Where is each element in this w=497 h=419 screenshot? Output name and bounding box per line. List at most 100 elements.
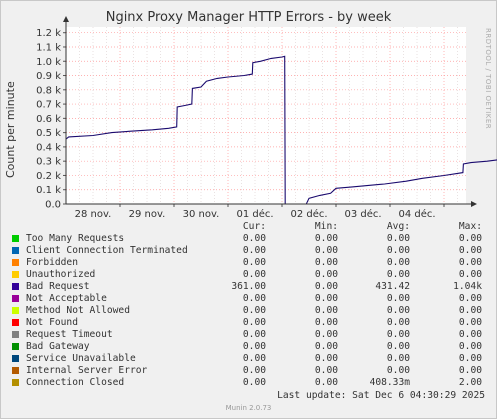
legend-row: Method Not Allowed 0.00 0.00 0.00 0.00 <box>12 305 482 317</box>
legend-value-avg: 0.00 <box>386 317 410 328</box>
legend-swatch <box>12 343 19 350</box>
legend-header-max: Max: <box>458 221 482 232</box>
y-tick-label: 0.7 k <box>36 100 61 111</box>
legend-row: Request Timeout 0.00 0.00 0.00 0.00 <box>12 329 482 341</box>
legend-value-max: 0.00 <box>458 293 482 304</box>
y-axis-arrow <box>63 16 69 22</box>
legend-series-name: Bad Gateway <box>26 341 90 352</box>
legend-swatch <box>12 295 19 302</box>
y-tick-label: 0.0 <box>45 200 61 211</box>
legend-value-cur: 0.00 <box>242 365 266 376</box>
legend-value-cur: 0.00 <box>242 257 266 268</box>
legend-value-cur: 0.00 <box>242 269 266 280</box>
legend-row: Service Unavailable 0.00 0.00 0.00 0.00 <box>12 353 482 365</box>
legend-header-cur: Cur: <box>242 221 266 232</box>
legend-value-avg: 0.00 <box>386 233 410 244</box>
y-tick-label: 0.8 k <box>36 85 61 96</box>
legend-value-min: 0.00 <box>314 233 338 244</box>
x-axis-arrow <box>471 201 477 207</box>
legend-row: Not Found 0.00 0.00 0.00 0.00 <box>12 317 482 329</box>
legend-value-min: 0.00 <box>314 329 338 340</box>
legend-value-max: 0.00 <box>458 233 482 244</box>
legend-swatch <box>12 319 19 326</box>
legend-row: Internal Server Error 0.00 0.00 0.00 0.00 <box>12 365 482 377</box>
legend-value-cur: 0.00 <box>242 317 266 328</box>
legend-series-name: Too Many Requests <box>26 233 125 244</box>
legend-value-cur: 0.00 <box>242 377 266 388</box>
y-tick-label: 0.9 k <box>36 71 61 82</box>
legend-value-avg: 0.00 <box>386 257 410 268</box>
legend-series-name: Client Connection Terminated <box>26 245 188 256</box>
legend-header-avg: Avg: <box>386 221 410 232</box>
legend-value-avg: 0.00 <box>386 293 410 304</box>
legend-series-name: Request Timeout <box>26 329 113 340</box>
legend-value-max: 0.00 <box>458 353 482 364</box>
last-update: Last update: Sat Dec 6 04:30:29 2025 <box>277 390 485 401</box>
legend-value-min: 0.00 <box>314 317 338 328</box>
y-tick-label: 0.5 k <box>36 128 61 139</box>
legend-value-min: 0.00 <box>314 245 338 256</box>
x-tick-label: 28 nov. <box>75 209 112 220</box>
legend-rows: Too Many Requests 0.00 0.00 0.00 0.00 Client … <box>12 233 482 389</box>
legend-row: Connection Closed 0.00 0.00 408.33m 2.00 <box>12 377 482 389</box>
legend-row: Too Many Requests 0.00 0.00 0.00 0.00 <box>12 233 482 245</box>
legend-value-min: 0.00 <box>314 341 338 352</box>
legend-value-max: 0.00 <box>458 257 482 268</box>
legend-value-max: 0.00 <box>458 305 482 316</box>
legend-row: Bad Gateway 0.00 0.00 0.00 0.00 <box>12 341 482 353</box>
y-tick-label: 0.6 k <box>36 114 61 125</box>
legend-value-min: 0.00 <box>314 293 338 304</box>
legend-value-avg: 0.00 <box>386 353 410 364</box>
legend-value-cur: 361.00 <box>231 281 266 292</box>
legend-row: Forbidden 0.00 0.00 0.00 0.00 <box>12 257 482 269</box>
legend-swatch <box>12 271 19 278</box>
legend-row: Bad Request 361.00 0.00 431.42 1.04k <box>12 281 482 293</box>
legend-value-avg: 0.00 <box>386 341 410 352</box>
legend-value-min: 0.00 <box>314 353 338 364</box>
legend-value-avg: 0.00 <box>386 329 410 340</box>
legend-value-min: 0.00 <box>314 377 338 388</box>
legend-value-max: 0.00 <box>458 245 482 256</box>
legend-value-max: 0.00 <box>458 329 482 340</box>
legend-series-name: Service Unavailable <box>26 353 136 364</box>
x-tick-label: 30 nov. <box>183 209 220 220</box>
legend-value-min: 0.00 <box>314 257 338 268</box>
legend-series-name: Internal Server Error <box>26 365 148 376</box>
legend-value-avg: 0.00 <box>386 269 410 280</box>
legend-swatch <box>12 283 19 290</box>
legend-value-cur: 0.00 <box>242 245 266 256</box>
legend-value-max: 1.04k <box>453 281 482 292</box>
legend-value-min: 0.00 <box>314 305 338 316</box>
x-tick-label: 02 déc. <box>290 208 327 220</box>
legend-value-cur: 0.00 <box>242 293 266 304</box>
legend-row: Unauthorized 0.00 0.00 0.00 0.00 <box>12 269 482 281</box>
legend-value-min: 0.00 <box>314 281 338 292</box>
legend-value-cur: 0.00 <box>242 305 266 316</box>
legend-value-avg: 408.33m <box>369 377 410 388</box>
legend-value-cur: 0.00 <box>242 341 266 352</box>
legend-header: Cur: Min: Avg: Max: <box>12 221 482 233</box>
x-tick-label: 03 déc. <box>344 208 381 220</box>
legend-swatch <box>12 307 19 314</box>
x-tick-label: 29 nov. <box>129 209 166 220</box>
y-tick-label: 0.4 k <box>36 142 61 153</box>
legend-row: Not Acceptable 0.00 0.00 0.00 0.00 <box>12 293 482 305</box>
legend-value-cur: 0.00 <box>242 233 266 244</box>
legend-value-min: 0.00 <box>314 365 338 376</box>
legend-swatch <box>12 379 19 386</box>
legend-value-avg: 0.00 <box>386 305 410 316</box>
legend-swatch <box>12 367 19 374</box>
x-tick-label: 04 déc. <box>398 208 435 220</box>
legend: Cur: Min: Avg: Max: Too Many Requests 0.0… <box>12 221 482 389</box>
legend-swatch <box>12 247 19 254</box>
y-tick-label: 0.1 k <box>36 185 61 196</box>
legend-value-cur: 0.00 <box>242 353 266 364</box>
legend-swatch <box>12 235 19 242</box>
y-tick-label: 1.0 k <box>36 57 61 68</box>
legend-series-name: Method Not Allowed <box>26 305 130 316</box>
legend-value-max: 0.00 <box>458 341 482 352</box>
legend-header-min: Min: <box>314 221 338 232</box>
legend-series-name: Forbidden <box>26 257 78 268</box>
legend-value-avg: 0.00 <box>386 365 410 376</box>
munin-version: Munin 2.0.73 <box>225 404 272 412</box>
